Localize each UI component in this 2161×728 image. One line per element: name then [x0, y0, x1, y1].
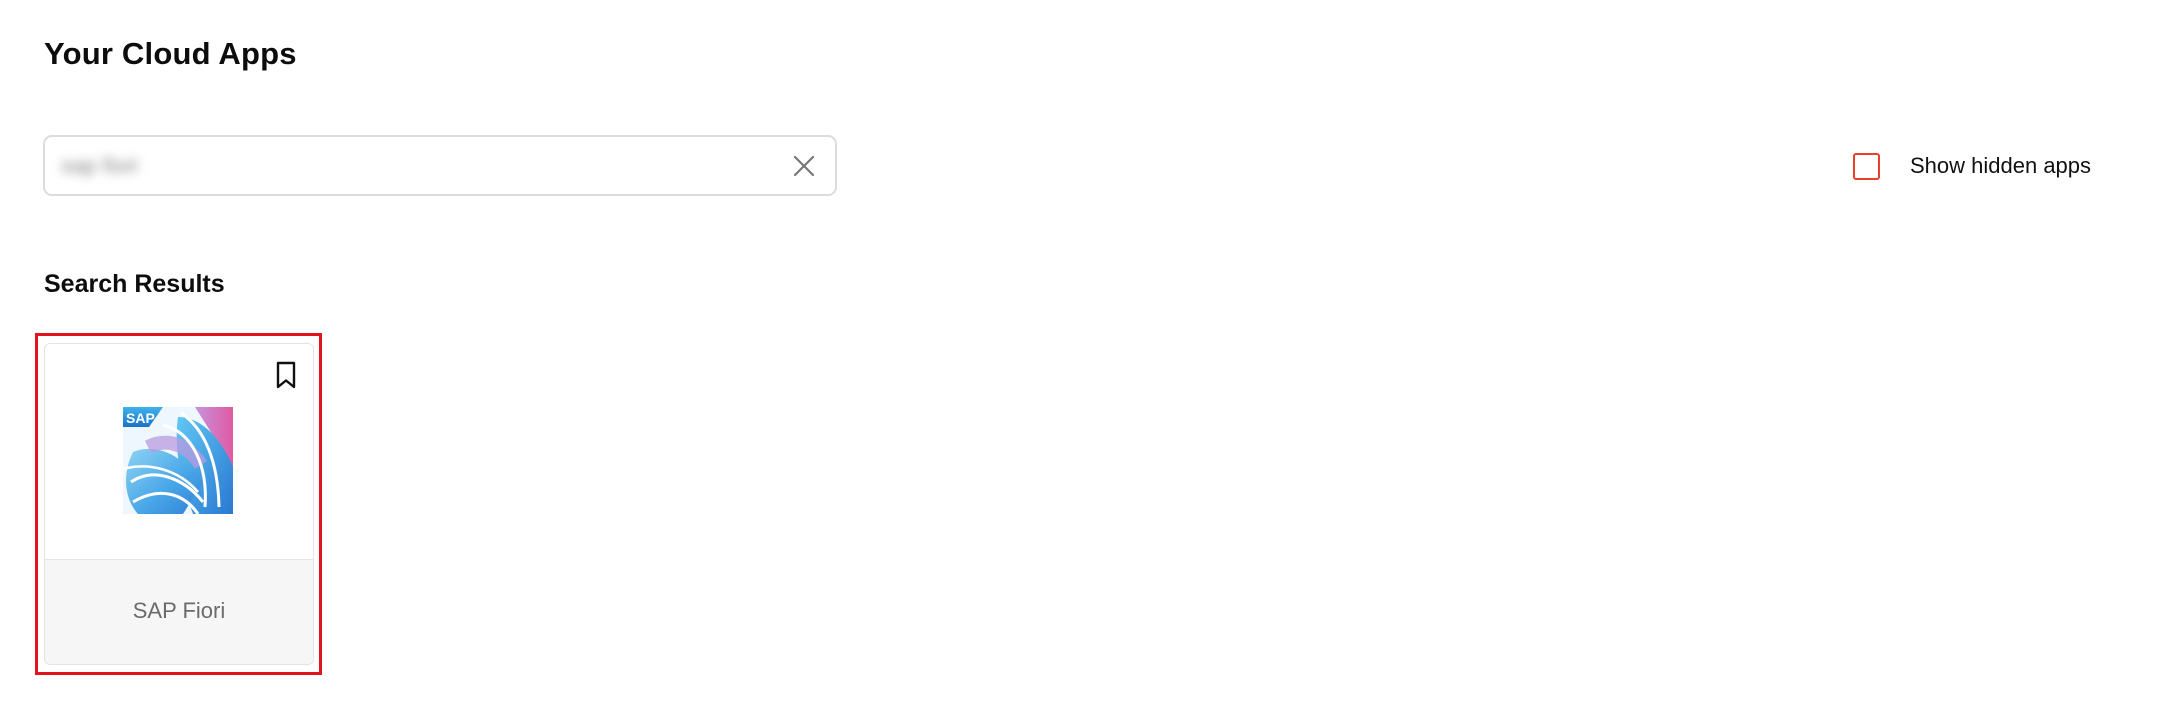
show-hidden-apps-toggle[interactable]: Show hidden apps	[1853, 150, 2091, 182]
sap-fiori-logo-icon: SAP	[123, 407, 233, 514]
search-box[interactable]	[43, 135, 837, 196]
show-hidden-apps-label: Show hidden apps	[1910, 153, 2092, 178]
app-card-image-area: SAP	[45, 344, 313, 560]
show-hidden-apps-checkbox[interactable]	[1853, 152, 1880, 180]
page-title: Your Cloud Apps	[44, 36, 297, 71]
app-card-sap-fiori[interactable]: SAP SAP Fiori	[44, 343, 314, 665]
search-results-title: Search Results	[44, 270, 225, 298]
close-icon[interactable]	[791, 153, 817, 179]
app-name-label: SAP Fiori	[132, 598, 226, 623]
search-input[interactable]	[61, 145, 781, 186]
bookmark-icon[interactable]	[273, 360, 299, 390]
sap-logo-text: SAP	[126, 410, 155, 426]
